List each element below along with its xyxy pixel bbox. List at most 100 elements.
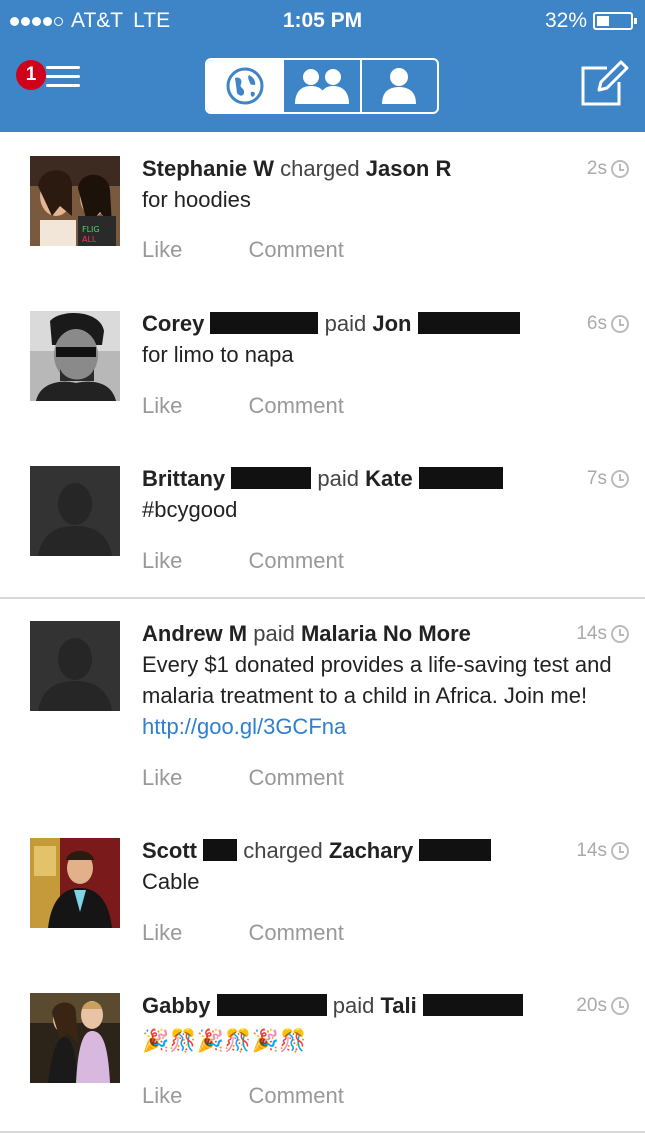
item-body: Andrew M paid Malaria No More 14s Every … — [142, 619, 629, 742]
like-button[interactable]: Like — [142, 765, 182, 790]
note: for hoodies — [142, 187, 251, 212]
time-text: 6s — [586, 313, 607, 334]
avatar[interactable] — [30, 838, 120, 928]
timestamp: 2s — [587, 154, 629, 184]
like-button[interactable]: Like — [142, 548, 182, 573]
default-avatar-icon — [30, 621, 120, 711]
battery-icon — [593, 12, 637, 30]
avatar[interactable] — [30, 993, 120, 1083]
feed-filter-segmented-control — [205, 58, 439, 114]
comment-button[interactable]: Comment — [248, 920, 343, 945]
clock-icon — [611, 997, 629, 1015]
comment-button[interactable]: Comment — [248, 393, 343, 418]
menu-button[interactable]: 1 — [16, 58, 82, 98]
verb: charged — [243, 838, 323, 863]
verb: paid — [317, 466, 359, 491]
time-text: 2s — [586, 158, 607, 179]
item-body: Scott charged Zachary 14s Cable — [142, 836, 629, 897]
redaction-bar — [231, 467, 312, 489]
person-icon — [382, 68, 417, 104]
feed-item: Scott charged Zachary 14s Cable Like Com… — [0, 816, 645, 971]
redaction-bar — [216, 994, 327, 1016]
verb: charged — [280, 156, 360, 181]
status-bar: AT&T LTE 1:05 PM 32% — [0, 0, 645, 44]
comment-button[interactable]: Comment — [248, 765, 343, 790]
actor-name[interactable]: Brittany — [142, 466, 225, 491]
redaction-bar — [417, 312, 520, 334]
item-actions: Like Comment — [142, 920, 404, 946]
clock-icon — [611, 842, 629, 860]
svg-text:ALL: ALL — [82, 235, 97, 244]
feed-item: Andrew M paid Malaria No More 14s Every … — [0, 599, 645, 816]
redaction-bar — [419, 839, 492, 861]
avatar[interactable] — [30, 621, 120, 711]
tab-public[interactable] — [207, 60, 285, 112]
note: Cable — [142, 869, 200, 894]
svg-text:FLIG: FLIG — [82, 225, 100, 234]
compose-icon — [581, 60, 629, 106]
time-text: 20s — [576, 995, 607, 1016]
default-avatar-icon — [30, 466, 120, 556]
compose-button[interactable] — [577, 58, 629, 110]
item-actions: Like Comment — [142, 1083, 404, 1109]
actor-name[interactable]: Corey — [142, 311, 204, 336]
comment-button[interactable]: Comment — [248, 548, 343, 573]
like-button[interactable]: Like — [142, 1083, 182, 1108]
actor-name[interactable]: Andrew M — [142, 621, 247, 646]
avatar[interactable] — [30, 311, 120, 401]
timestamp: 7s — [587, 464, 629, 494]
time-text: 14s — [576, 840, 607, 861]
target-name[interactable]: Zachary — [329, 838, 413, 863]
item-actions: Like Comment — [142, 548, 404, 574]
target-name[interactable]: Jon — [372, 311, 411, 336]
like-button[interactable]: Like — [142, 920, 182, 945]
battery-percent: 32% — [544, 9, 587, 32]
actor-name[interactable]: Scott — [142, 838, 197, 863]
note: for limo to napa — [142, 342, 294, 367]
clock-icon — [611, 315, 629, 333]
time-text: 14s — [576, 623, 607, 644]
like-button[interactable]: Like — [142, 237, 182, 262]
tab-mine[interactable] — [362, 60, 437, 112]
note-link[interactable]: http://goo.gl/3GCFna — [142, 714, 346, 739]
target-name[interactable]: Kate — [365, 466, 413, 491]
verb: paid — [253, 621, 295, 646]
avatar[interactable]: FLIG ALL — [30, 156, 120, 246]
item-body: Gabby paid Tali 20s 🎉🎊🎉🎊🎉🎊 — [142, 991, 629, 1056]
time-text: 7s — [586, 468, 607, 489]
target-name[interactable]: Tali — [380, 993, 416, 1018]
target-name[interactable]: Jason R — [366, 156, 452, 181]
clock-icon — [611, 470, 629, 488]
feed-item: Brittany paid Kate 7s #bcygood Like Comm… — [0, 442, 645, 597]
clock-icon — [611, 160, 629, 178]
avatar[interactable] — [30, 466, 120, 556]
note: 🎉🎊🎉🎊🎉🎊 — [142, 1028, 307, 1053]
timestamp: 14s — [576, 619, 629, 649]
tab-friends[interactable] — [284, 60, 362, 112]
redaction-bar — [203, 839, 238, 861]
note-text: Every $1 donated provides a life-saving … — [142, 652, 612, 708]
battery-status: 32% — [544, 9, 637, 33]
item-body: Brittany paid Kate 7s #bcygood — [142, 464, 629, 525]
note: #bcygood — [142, 497, 238, 522]
actor-name[interactable]: Gabby — [142, 993, 210, 1018]
item-body: Corey paid Jon 6s for limo to napa — [142, 309, 629, 370]
comment-button[interactable]: Comment — [248, 237, 343, 262]
notification-badge: 1 — [16, 60, 46, 90]
section-divider — [0, 1131, 645, 1133]
item-body: Stephanie W charged Jason R 2s for hoodi… — [142, 154, 629, 215]
timestamp: 20s — [576, 991, 629, 1021]
item-actions: Like Comment — [142, 393, 404, 419]
item-actions: Like Comment — [142, 765, 404, 791]
redaction-bar — [418, 467, 503, 489]
headline: Corey paid Jon 6s — [142, 309, 629, 339]
comment-button[interactable]: Comment — [248, 1083, 343, 1108]
target-name[interactable]: Malaria No More — [301, 621, 471, 646]
timestamp: 14s — [576, 836, 629, 866]
clock-icon — [611, 625, 629, 643]
item-actions: Like Comment — [142, 237, 404, 263]
globe-icon — [226, 67, 264, 105]
actor-name[interactable]: Stephanie W — [142, 156, 274, 181]
like-button[interactable]: Like — [142, 393, 182, 418]
headline: Andrew M paid Malaria No More 14s — [142, 619, 629, 649]
